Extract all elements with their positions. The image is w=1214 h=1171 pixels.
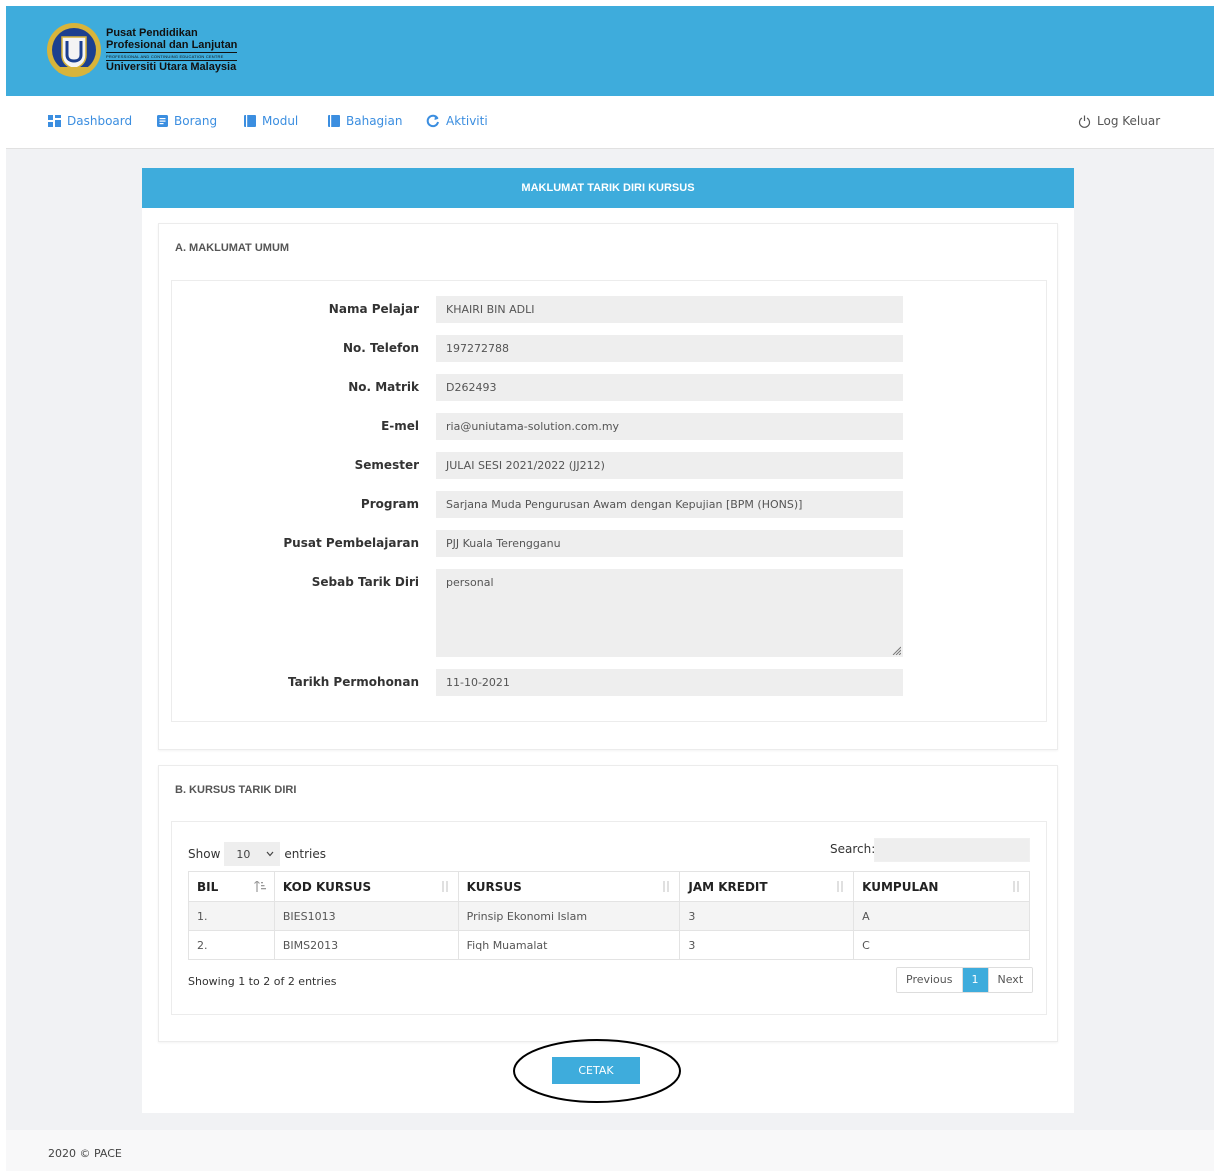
nav-borang[interactable]: Borang	[157, 114, 217, 128]
search-input[interactable]	[874, 838, 1030, 862]
form-icon	[157, 115, 168, 127]
table-cell: Prinsip Ekonomi Islam	[457, 901, 681, 931]
label-tarikh-permohonan: Tarikh Permohonan	[287, 675, 419, 689]
entries-select[interactable]: 10	[224, 842, 281, 866]
general-info-form: Nama Pelajar KHAIRI BIN ADLI No. Telefon…	[171, 280, 1047, 722]
table-cell: 3	[679, 901, 855, 931]
table-cell: 1.	[188, 901, 275, 931]
section-a-title: A. MAKLUMAT UMUM	[175, 242, 290, 254]
sebab-tarik-diri-text: personal	[446, 576, 494, 589]
pagination-page-1[interactable]: 1	[962, 968, 988, 992]
book-icon	[328, 115, 340, 127]
sort-asc-icon	[254, 881, 266, 892]
table-cell: Fiqh Muamalat	[457, 930, 681, 960]
nav-aktiviti[interactable]: Aktiviti	[426, 114, 488, 128]
field-email[interactable]: ria@uniutama-solution.com.my	[436, 413, 903, 440]
page-title: MAKLUMAT TARIK DIRI KURSUS	[142, 168, 1074, 208]
column-label-kursus: KURSUS	[466, 879, 522, 894]
field-tarikh-permohonan[interactable]: 11-10-2021	[436, 669, 903, 696]
sort-icon	[1013, 881, 1019, 892]
table-info: Showing 1 to 2 of 2 entries	[188, 975, 337, 988]
top-header: Pusat Pendidikan Profesional dan Lanjuta…	[6, 6, 1214, 96]
section-withdrawn-courses: B. KURSUS TARIK DIRI Show 10 entries Sea…	[158, 765, 1058, 1042]
sort-icon	[442, 881, 448, 892]
footer-copyright: 2020 © PACE	[48, 1147, 122, 1160]
label-no-telefon: No. Telefon	[342, 341, 419, 355]
table-cell: C	[853, 930, 1030, 960]
field-nama-pelajar[interactable]: KHAIRI BIN ADLI	[436, 296, 903, 323]
highlight-ellipse	[513, 1039, 681, 1103]
show-label: Show	[188, 847, 221, 861]
main-nav: Dashboard Borang Modul Bahagian Aktiviti…	[6, 96, 1214, 149]
nav-modul-label: Modul	[262, 114, 299, 128]
column-header-jam-kredit[interactable]: JAM KREDIT	[679, 871, 855, 902]
table-row: 1. BIES1013 Prinsip Ekonomi Islam 3 A	[188, 901, 1030, 931]
table-cell: A	[853, 901, 1030, 931]
nav-dashboard-label: Dashboard	[67, 114, 133, 128]
label-sebab-tarik-diri: Sebab Tarik Diri	[311, 575, 419, 589]
sort-icon	[663, 881, 669, 892]
field-pusat-pembelajaran[interactable]: PJJ Kuala Terengganu	[436, 530, 903, 557]
nav-modul[interactable]: Modul	[244, 114, 298, 128]
logout-link[interactable]: Log Keluar	[1078, 114, 1160, 128]
dashboard-icon	[48, 115, 61, 127]
power-icon	[1078, 115, 1091, 128]
sort-icon	[837, 881, 843, 892]
label-program: Program	[360, 497, 419, 511]
pagination-next[interactable]: Next	[987, 968, 1033, 992]
entries-length: Show 10 entries	[188, 842, 326, 866]
table-row: 2. BIMS2013 Fiqh Muamalat 3 C	[188, 930, 1030, 960]
table-cell: 2.	[188, 930, 275, 960]
refresh-icon	[426, 114, 439, 128]
table-cell: BIES1013	[273, 901, 459, 931]
label-email: E-mel	[381, 419, 419, 433]
entries-value: 10	[236, 847, 251, 861]
table-cell: BIMS2013	[273, 930, 459, 960]
uum-crest-icon	[47, 23, 101, 77]
book-icon	[244, 115, 256, 127]
field-semester[interactable]: JULAI SESI 2021/2022 (JJ212)	[436, 452, 903, 479]
nav-aktiviti-label: Aktiviti	[446, 114, 488, 128]
field-sebab-tarik-diri[interactable]: personal	[436, 569, 903, 657]
footer: 2020 © PACE	[6, 1130, 1214, 1171]
nav-bahagian[interactable]: Bahagian	[328, 114, 402, 128]
site-logo[interactable]: Pusat Pendidikan Profesional dan Lanjuta…	[46, 21, 238, 79]
nav-bahagian-label: Bahagian	[346, 114, 403, 128]
logo-line-4: Universiti Utara Malaysia	[106, 60, 238, 73]
logo-text: Pusat Pendidikan Profesional dan Lanjuta…	[106, 27, 238, 73]
column-header-kumpulan[interactable]: KUMPULAN	[853, 871, 1030, 902]
nav-dashboard[interactable]: Dashboard	[48, 114, 132, 128]
field-no-matrik[interactable]: D262493	[436, 374, 903, 401]
label-pusat-pembelajaran: Pusat Pembelajaran	[283, 536, 419, 550]
courses-table-wrapper: Show 10 entries Search: BIL KOD KURSUS K…	[171, 821, 1047, 1015]
section-b-title: B. KURSUS TARIK DIRI	[175, 784, 297, 796]
label-semester: Semester	[354, 458, 419, 472]
nav-borang-label: Borang	[174, 114, 218, 128]
column-label-kod-kursus: KOD KURSUS	[282, 879, 372, 894]
column-label-bil: BIL	[197, 879, 219, 894]
table-cell: 3	[679, 930, 855, 960]
section-general-info: A. MAKLUMAT UMUM Nama Pelajar KHAIRI BIN…	[158, 223, 1058, 750]
logo-line-3: PROFESSIONAL AND CONTINUING EDUCATION CE…	[106, 54, 224, 59]
resize-grip-icon[interactable]	[891, 645, 901, 655]
column-header-bil[interactable]: BIL	[188, 871, 275, 902]
column-label-kumpulan: KUMPULAN	[862, 879, 939, 894]
pagination: Previous 1 Next	[896, 967, 1034, 993]
column-label-jam-kredit: JAM KREDIT	[688, 879, 768, 894]
column-header-kod-kursus[interactable]: KOD KURSUS	[273, 871, 459, 902]
field-no-telefon[interactable]: 197272788	[436, 335, 903, 362]
pagination-previous[interactable]: Previous	[897, 968, 963, 992]
logo-line-2: Profesional dan Lanjutan	[106, 39, 238, 53]
label-nama-pelajar: Nama Pelajar	[328, 302, 419, 316]
search-label: Search:	[830, 842, 876, 856]
logo-line-1: Pusat Pendidikan	[106, 27, 198, 39]
label-no-matrik: No. Matrik	[348, 380, 419, 394]
courses-table: BIL KOD KURSUS KURSUS JAM KREDIT KUMPULA…	[188, 871, 1030, 960]
entries-label: entries	[284, 847, 326, 861]
column-header-kursus[interactable]: KURSUS	[457, 871, 681, 902]
field-program[interactable]: Sarjana Muda Pengurusan Awam dengan Kepu…	[436, 491, 903, 518]
logout-label: Log Keluar	[1097, 114, 1161, 128]
main-panel: MAKLUMAT TARIK DIRI KURSUS A. MAKLUMAT U…	[142, 168, 1074, 1113]
chevron-down-icon	[266, 851, 274, 857]
